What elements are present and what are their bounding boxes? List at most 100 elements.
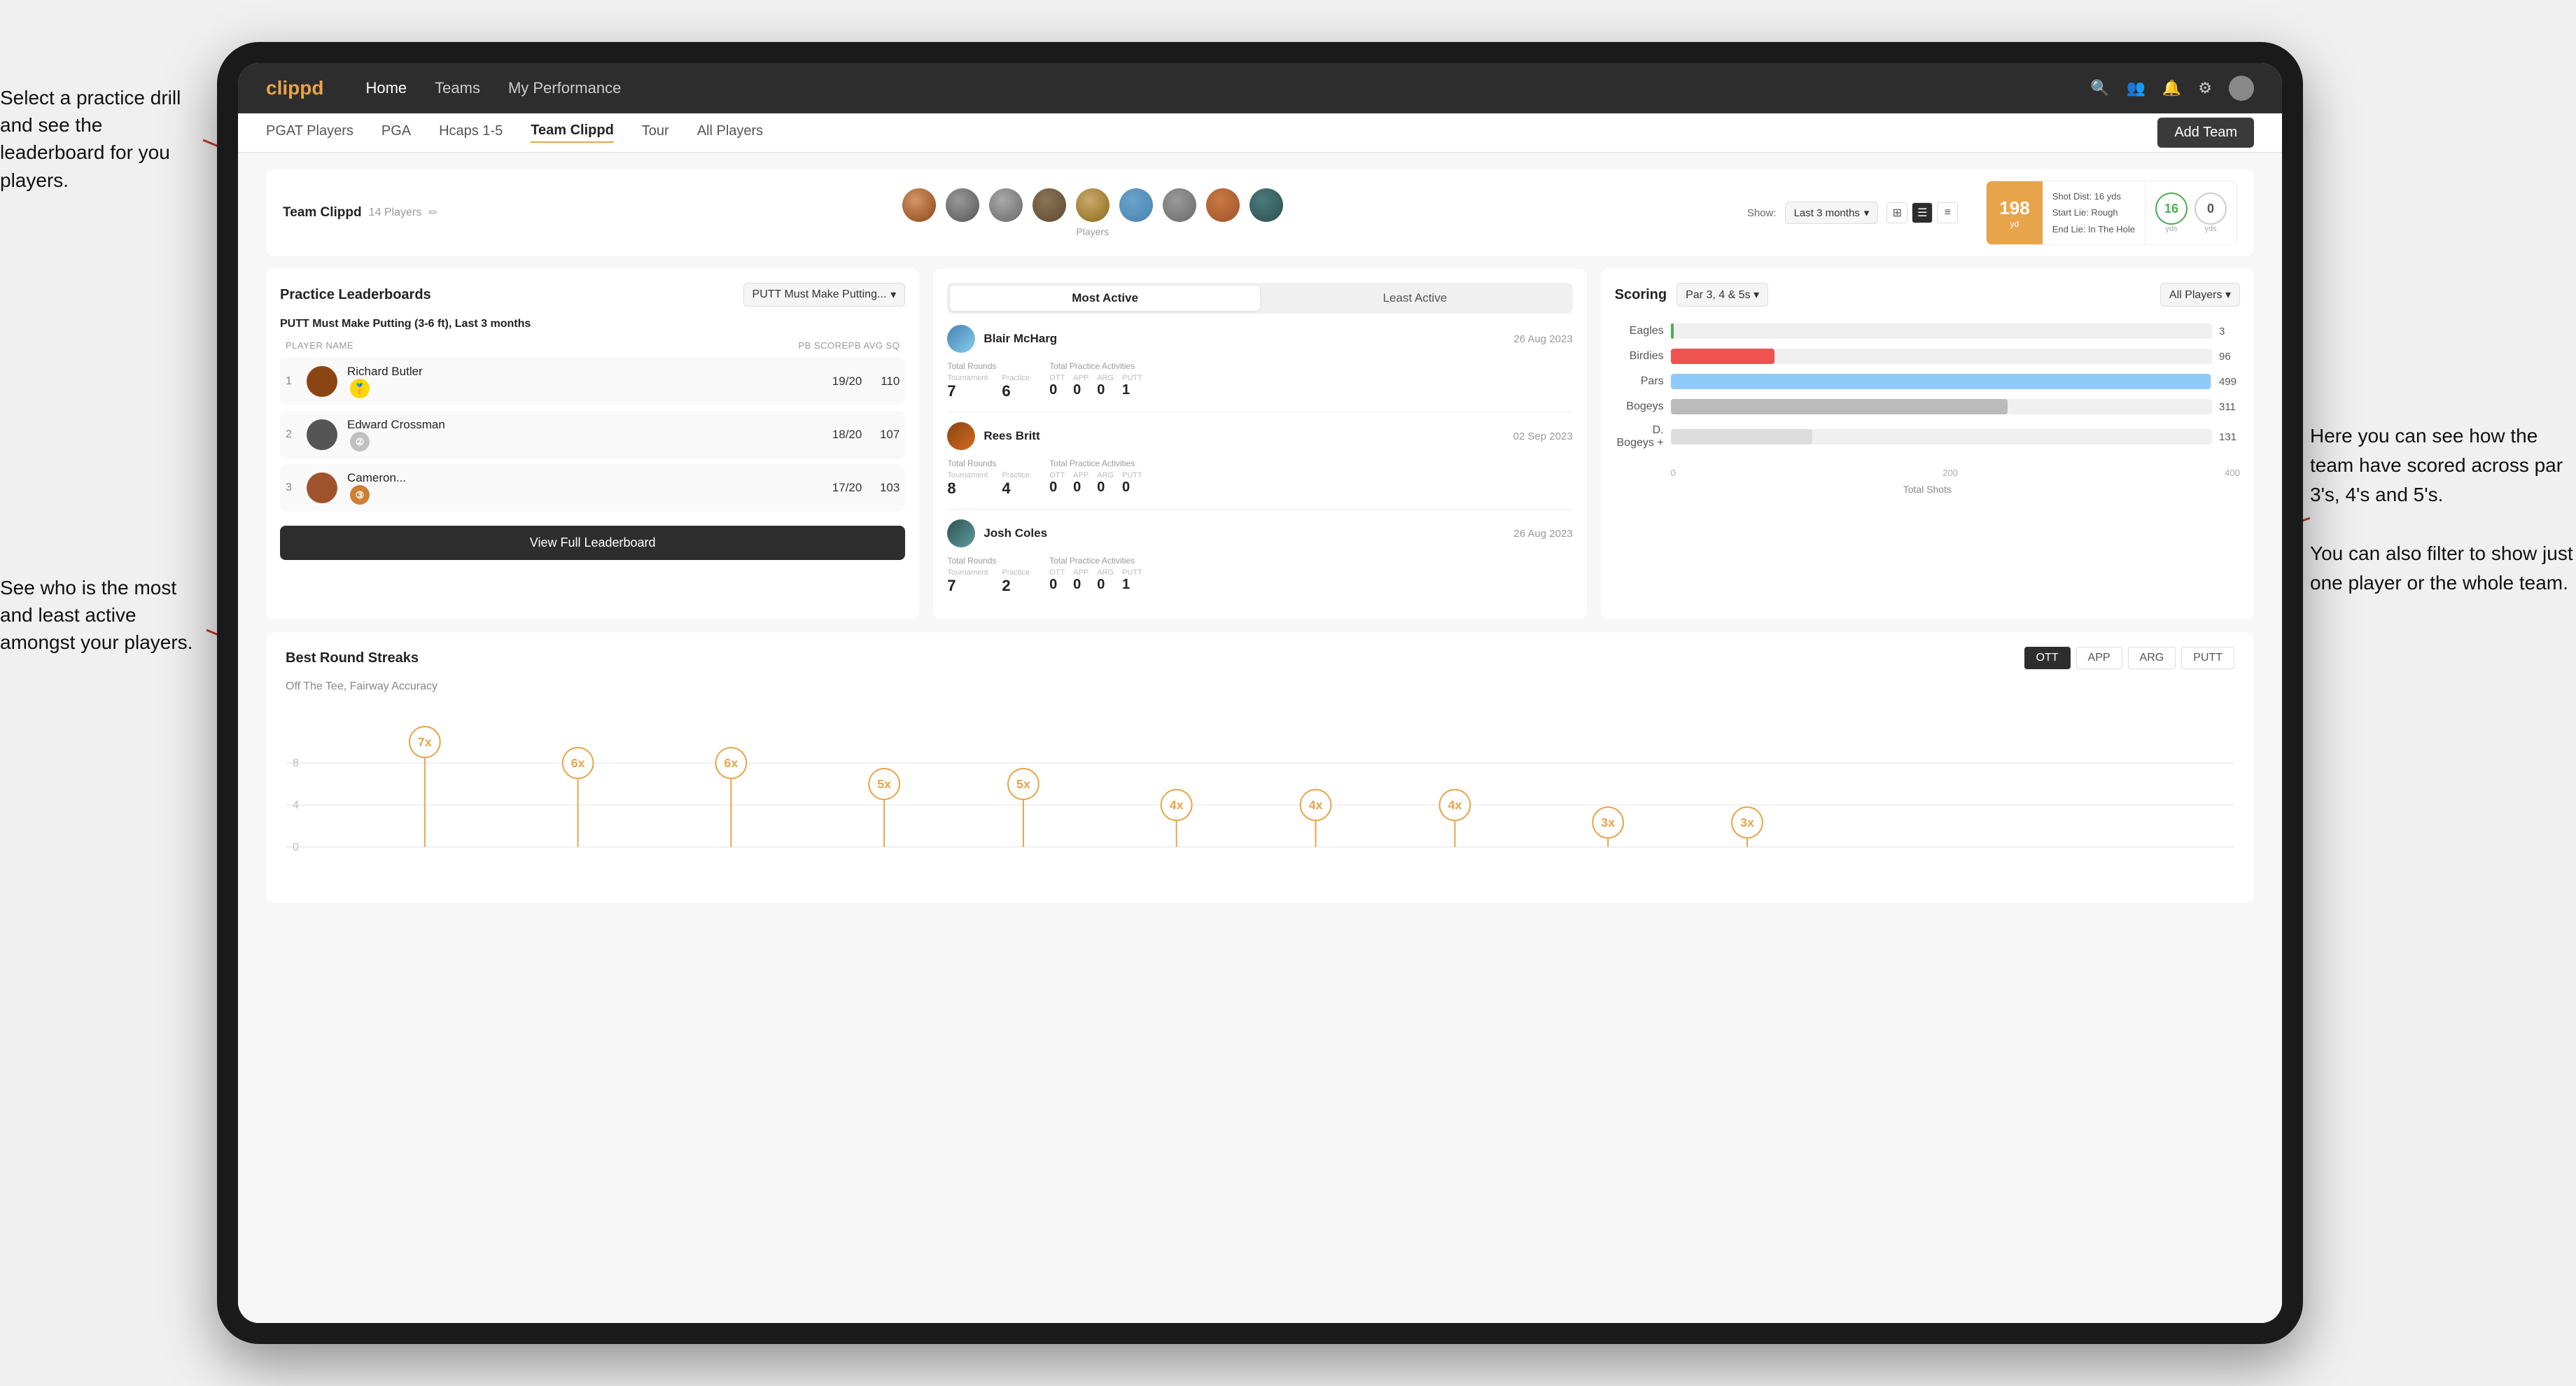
- chevron-down-icon-lb: ▾: [890, 288, 896, 302]
- view-full-leaderboard-button[interactable]: View Full Leaderboard: [280, 526, 905, 560]
- tournament-col-2: Tournament 8: [947, 471, 988, 498]
- shot-circle-2: 0: [2194, 192, 2227, 225]
- bar-fill-bogeys: [1671, 399, 2008, 414]
- x-label-200: 200: [1942, 468, 1958, 478]
- add-team-button[interactable]: Add Team: [2157, 118, 2254, 148]
- x-label-400: 400: [2225, 468, 2240, 478]
- subnav-tour[interactable]: Tour: [642, 123, 669, 142]
- total-practice-block-1: Total Practice Activities OTT 0 APP 0: [1049, 361, 1142, 400]
- activity-date-3: 26 Aug 2023: [1513, 528, 1572, 540]
- bar-row-pars: Pars 499: [1615, 374, 2240, 389]
- arg-1: ARG 0: [1097, 374, 1114, 398]
- nav-my-performance[interactable]: My Performance: [508, 79, 621, 97]
- edit-team-icon[interactable]: ✏: [428, 206, 438, 220]
- streaks-app-button[interactable]: APP: [2076, 647, 2122, 669]
- search-icon[interactable]: 🔍: [2090, 79, 2109, 97]
- view-toggle-buttons: ⊞ ☰ ≡: [1886, 202, 1958, 223]
- lb-rank-1: 1: [286, 375, 297, 388]
- pac-header-2: Rees Britt 02 Sep 2023: [947, 422, 1572, 450]
- svg-text:4x: 4x: [1448, 798, 1462, 812]
- scoring-player-filter[interactable]: All Players ▾: [2160, 283, 2240, 307]
- player-avatar-7[interactable]: [1163, 188, 1196, 222]
- player-avatar-4[interactable]: [1032, 188, 1066, 222]
- pac-stats-2: Total Rounds Tournament 8 Practice 4: [947, 458, 1572, 498]
- shot-circle-1: 16: [2155, 192, 2188, 225]
- team-player-count: 14 Players: [369, 206, 422, 219]
- lb-avg-2: 107: [872, 428, 899, 442]
- subnav-all-players[interactable]: All Players: [697, 123, 763, 142]
- streaks-arg-button[interactable]: ARG: [2128, 647, 2176, 669]
- practice-col-2: Practice 4: [1002, 471, 1030, 498]
- leaderboard-drill-select[interactable]: PUTT Must Make Putting... ▾: [743, 283, 906, 307]
- bell-icon[interactable]: 🔔: [2162, 79, 2181, 97]
- nav-home[interactable]: Home: [365, 79, 407, 97]
- streak-chart-svg: 7x 6x 6x 5x: [286, 707, 2234, 889]
- top-nav: clippd Home Teams My Performance 🔍 👥 🔔 ⚙: [238, 63, 2282, 113]
- list-view-button[interactable]: ≡: [1937, 202, 1958, 223]
- bar-fill-pars: [1671, 374, 2211, 389]
- leaderboards-panel: Practice Leaderboards PUTT Must Make Put…: [266, 269, 919, 619]
- lb-player-row-3[interactable]: 3 Cameron... ③ 17/20 103: [280, 464, 905, 512]
- arg-2: ARG 0: [1097, 471, 1114, 496]
- tournament-val-3: 7: [947, 577, 988, 595]
- activity-name-1: Blair McHarg: [983, 332, 1513, 346]
- nav-icons: 🔍 👥 🔔 ⚙: [2090, 76, 2254, 101]
- chevron-down-scoring: ▾: [1754, 289, 1759, 301]
- lb-name-area-3: Cameron... ③: [347, 471, 810, 505]
- leaderboards-header: Practice Leaderboards PUTT Must Make Put…: [280, 283, 905, 307]
- activity-panel: Most Active Least Active Blair McHarg 26…: [933, 269, 1586, 619]
- tournament-val-1: 7: [947, 382, 988, 400]
- player-avatar-1[interactable]: [902, 188, 936, 222]
- player-avatar-9[interactable]: [1250, 188, 1283, 222]
- lb-player-row-2[interactable]: 2 Edward Crossman ② 18/20 107: [280, 411, 905, 458]
- most-active-tab[interactable]: Most Active: [950, 286, 1260, 311]
- nav-teams[interactable]: Teams: [435, 79, 480, 97]
- subnav-team-clippd[interactable]: Team Clippd: [531, 122, 614, 143]
- streaks-ott-button[interactable]: OTT: [2024, 647, 2071, 669]
- player-avatar-5[interactable]: [1076, 188, 1110, 222]
- team-title-area: Team Clippd 14 Players ✏: [283, 205, 438, 220]
- player-avatar-3[interactable]: [989, 188, 1023, 222]
- lb-player-row-1[interactable]: 1 Richard Butler 🥇 19/20 110: [280, 358, 905, 405]
- practice-col-3: Practice 2: [1002, 568, 1030, 595]
- user-avatar[interactable]: [2229, 76, 2254, 101]
- chart-x-title: Total Shots: [1615, 484, 2240, 495]
- annotation-right: Here you can see how the team have score…: [2310, 392, 2576, 598]
- lb-badge-3: ③: [350, 485, 370, 505]
- bar-label-pars: Pars: [1615, 375, 1664, 388]
- player-avatar-8[interactable]: [1206, 188, 1240, 222]
- rounds-cols-1: Tournament 7 Practice 6: [947, 374, 1030, 400]
- least-active-tab[interactable]: Least Active: [1260, 286, 1570, 311]
- activity-avatar-2: [947, 422, 975, 450]
- subnav-hcaps[interactable]: Hcaps 1-5: [439, 123, 503, 142]
- settings-icon[interactable]: ⚙: [2198, 79, 2212, 97]
- streaks-filters: OTT APP ARG PUTT: [2024, 647, 2234, 669]
- pac-header-1: Blair McHarg 26 Aug 2023: [947, 325, 1572, 353]
- activity-name-2: Rees Britt: [983, 429, 1513, 443]
- player-avatar-6[interactable]: [1119, 188, 1153, 222]
- grid-view-button[interactable]: ⊞: [1886, 202, 1907, 223]
- people-icon[interactable]: 👥: [2126, 79, 2145, 97]
- streaks-putt-button[interactable]: PUTT: [2181, 647, 2234, 669]
- practice-acts-2: OTT 0 APP 0 ARG 0: [1049, 471, 1142, 496]
- streaks-title: Best Round Streaks: [286, 650, 419, 666]
- nav-links: Home Teams My Performance: [365, 79, 2090, 97]
- scoring-par-filter[interactable]: Par 3, 4 & 5s ▾: [1676, 283, 1768, 307]
- show-period-select[interactable]: Last 3 months ▾: [1785, 202, 1879, 224]
- subnav-pga[interactable]: PGA: [382, 123, 411, 142]
- subnav-pgat[interactable]: PGAT Players: [266, 123, 354, 142]
- putt-2: PUTT 0: [1122, 471, 1142, 496]
- card-view-button[interactable]: ☰: [1912, 202, 1933, 223]
- practice-col-1: Practice 6: [1002, 374, 1030, 400]
- bar-value-pars: 499: [2219, 376, 2240, 388]
- shot-info-card: 198 yd Shot Dist: 16 yds Start Lie: Roug…: [1986, 181, 2237, 245]
- app-2: APP 0: [1073, 471, 1088, 496]
- annotation-left-top: Select a practice drill and see the lead…: [0, 84, 203, 194]
- svg-text:6x: 6x: [724, 756, 738, 770]
- streak-chart: 7x 6x 6x 5x: [286, 707, 2234, 889]
- player-avatar-2[interactable]: [946, 188, 979, 222]
- total-rounds-block-2: Total Rounds Tournament 8 Practice 4: [947, 458, 1030, 498]
- lb-name-area-1: Richard Butler 🥇: [347, 365, 810, 398]
- bar-row-birdies: Birdies 96: [1615, 349, 2240, 364]
- shot-details: Shot Dist: 16 yds Start Lie: Rough End L…: [2043, 181, 2145, 244]
